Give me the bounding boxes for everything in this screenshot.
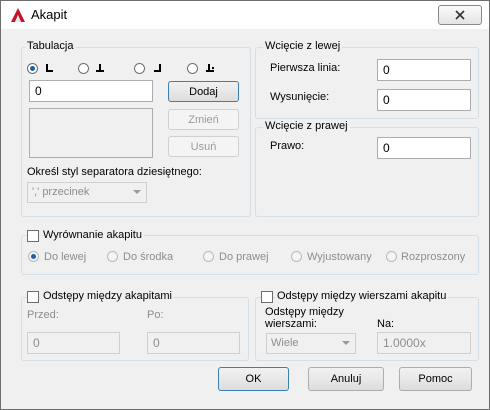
left-indent-group-label: Wcięcie z lewej — [263, 40, 343, 52]
tab-left-radio[interactable] — [27, 63, 38, 74]
title-bar[interactable]: Akapit — [1, 1, 489, 29]
tabulation-group-label: Tabulacja — [25, 40, 76, 52]
tab-center-radio[interactable] — [78, 63, 89, 74]
paragraph-spacing-group-label: Odstępy między akapitami — [41, 290, 174, 302]
delete-tab-button[interactable]: Usuń — [168, 136, 239, 157]
dialog-window: Akapit Tabulacja 0 Dodaj Zmień Usuń Okre… — [0, 0, 490, 410]
spacing-after-label: Po: — [147, 309, 164, 321]
close-button[interactable] — [438, 5, 482, 25]
line-spacing-select[interactable]: Wiele — [266, 333, 356, 354]
tab-decimal-radio[interactable] — [187, 63, 198, 74]
right-indent-group-label: Wcięcie z prawej — [263, 120, 350, 132]
center-tab-icon — [96, 64, 104, 72]
spacing-before-input[interactable]: 0 — [27, 332, 120, 354]
line-spacing-at-input[interactable]: 1.0000x — [377, 332, 471, 354]
align-distributed-radio[interactable] — [386, 251, 397, 262]
align-right-radio[interactable] — [203, 251, 214, 262]
alignment-checkbox[interactable] — [27, 230, 39, 242]
decimal-separator-select[interactable]: ',' przecinek — [27, 182, 147, 203]
ok-button[interactable]: OK — [218, 367, 289, 391]
chevron-down-icon — [133, 190, 141, 194]
autocad-logo-icon — [11, 8, 25, 22]
line-spacing-label-1: Odstępy między — [265, 306, 344, 318]
left-tab-icon — [46, 64, 53, 72]
close-icon — [455, 10, 465, 20]
align-justify-radio[interactable] — [291, 251, 302, 262]
decimal-separator-value: ',' przecinek — [32, 186, 90, 198]
paragraph-spacing-checkbox[interactable] — [27, 291, 39, 303]
tab-right-radio[interactable] — [134, 63, 145, 74]
align-justify-label: Wyjustowany — [307, 251, 372, 263]
right-indent-label: Prawo: — [270, 140, 305, 152]
alignment-group-label: Wyrównanie akapitu — [41, 229, 144, 241]
help-button[interactable]: Pomoc — [399, 367, 472, 391]
hanging-indent-input[interactable]: 0 — [377, 89, 471, 111]
line-spacing-value: Wiele — [271, 337, 299, 349]
line-spacing-at-label: Na: — [377, 318, 395, 330]
window-title: Akapit — [31, 7, 68, 22]
decimal-tab-icon — [206, 64, 214, 72]
cancel-button[interactable]: Anuluj — [308, 367, 384, 391]
align-center-radio[interactable] — [107, 251, 118, 262]
chevron-down-icon — [342, 341, 350, 345]
spacing-before-label: Przed: — [27, 309, 59, 321]
first-line-input[interactable]: 0 — [377, 59, 471, 81]
spacing-after-input[interactable]: 0 — [147, 332, 240, 354]
right-tab-icon — [154, 64, 161, 72]
tab-position-input[interactable]: 0 — [29, 80, 153, 102]
hanging-indent-label: Wysunięcie: — [270, 91, 330, 103]
first-line-label: Pierwsza linia: — [270, 62, 341, 74]
line-spacing-group-label: Odstępy między wierszami akapitu — [275, 290, 449, 302]
add-tab-button[interactable]: Dodaj — [168, 81, 239, 102]
align-center-label: Do środka — [123, 251, 174, 263]
tab-stops-list[interactable] — [29, 108, 153, 158]
decimal-separator-label: Określ styl separatora dziesiętnego: — [27, 166, 202, 178]
line-spacing-label-2: wierszami: — [265, 318, 317, 330]
align-left-label: Do lewej — [44, 251, 87, 263]
align-left-radio[interactable] — [28, 251, 39, 262]
right-indent-input[interactable]: 0 — [377, 137, 471, 159]
align-distributed-label: Rozproszony — [401, 251, 466, 263]
align-right-label: Do prawej — [219, 251, 269, 263]
line-spacing-checkbox[interactable] — [261, 291, 273, 303]
modify-tab-button[interactable]: Zmień — [168, 109, 239, 130]
